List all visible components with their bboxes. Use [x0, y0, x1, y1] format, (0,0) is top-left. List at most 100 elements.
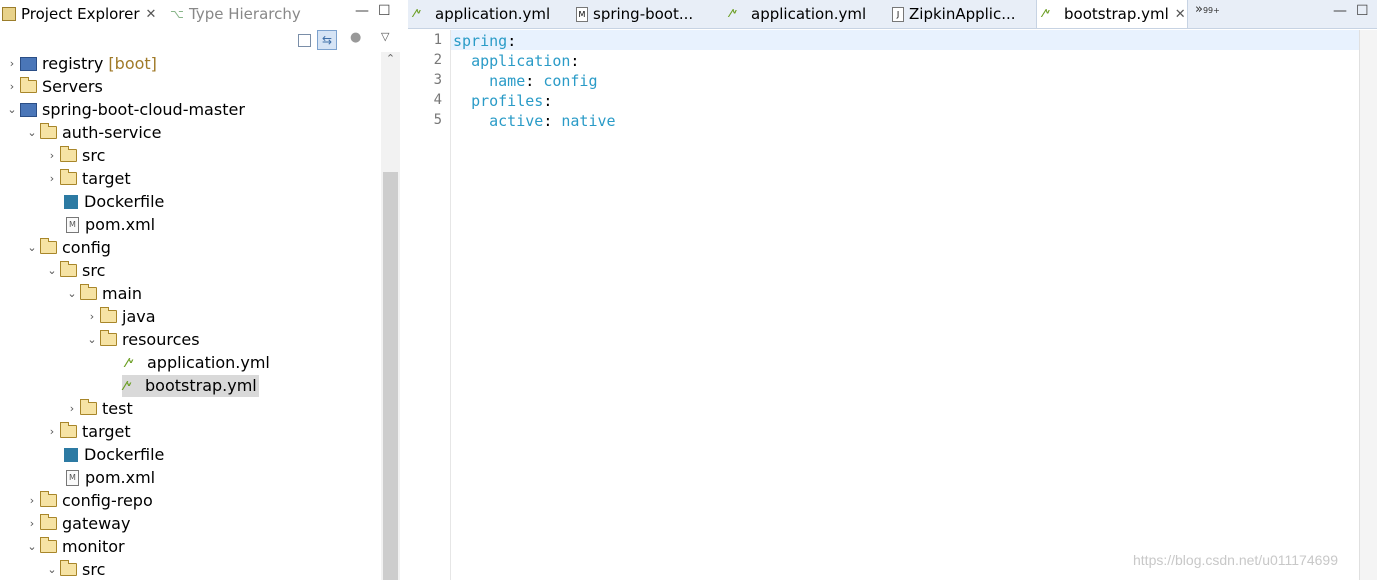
minimize-icon[interactable]: —: [1333, 3, 1347, 19]
chevron-down-icon[interactable]: ⌄: [64, 287, 80, 300]
spring-yml-icon: ⁄ᵛ: [1043, 7, 1051, 20]
chevron-down-icon[interactable]: ⌄: [24, 126, 40, 139]
scrollbar-thumb[interactable]: [383, 172, 398, 580]
tree-item-selected[interactable]: ⁄ᵛ bootstrap.yml: [0, 374, 381, 397]
chevron-right-icon[interactable]: ›: [44, 425, 60, 438]
tree-item[interactable]: ⌄ auth-service: [0, 121, 381, 144]
tree-item[interactable]: › registry [boot]: [0, 52, 381, 75]
dockerfile-icon: [64, 194, 78, 209]
panel-divider[interactable]: [401, 0, 408, 580]
tree-item[interactable]: › config-repo: [0, 489, 381, 512]
editor-tab[interactable]: M spring-boot...: [570, 0, 722, 28]
maximize-icon[interactable]: ☐: [378, 3, 391, 19]
tree-item[interactable]: ⌄ main: [0, 282, 381, 305]
editor-tab-active[interactable]: ⁄ᵛ bootstrap.yml ✕: [1036, 0, 1188, 28]
chevron-right-icon[interactable]: ›: [24, 517, 40, 530]
tree-item[interactable]: M pom.xml: [0, 213, 381, 236]
folder-icon: [20, 77, 37, 93]
tree-scrollbar[interactable]: ⌃: [381, 52, 400, 580]
chevron-down-icon[interactable]: ⌄: [44, 264, 60, 277]
tree-item[interactable]: › Servers: [0, 75, 381, 98]
xml-file-icon: M: [66, 216, 79, 233]
chevron-right-icon[interactable]: ›: [44, 149, 60, 162]
spring-yml-icon: ⁄ᵛ: [730, 7, 738, 20]
tab-project-explorer[interactable]: Project Explorer ✕: [2, 0, 156, 28]
tab-project-explorer-label: Project Explorer: [21, 5, 140, 23]
view-menu-icon[interactable]: ▽: [381, 30, 399, 48]
boot-suffix: [boot]: [108, 54, 157, 73]
current-line-highlight: [451, 30, 1359, 50]
project-tree: › registry [boot] › Servers ⌄ spring-boo…: [0, 52, 381, 580]
yaml-sep: :: [525, 72, 544, 90]
folder-icon: [60, 169, 77, 185]
folder-icon: [60, 261, 77, 277]
editor-tab[interactable]: ⁄ᵛ application.yml: [724, 0, 884, 28]
maximize-icon[interactable]: ☐: [1356, 3, 1369, 19]
tab-type-hierarchy[interactable]: ⌥ Type Hierarchy: [170, 0, 301, 28]
java-file-icon: J: [892, 6, 904, 22]
tree-item-label: config: [62, 238, 111, 257]
chevron-right-icon[interactable]: ›: [64, 402, 80, 415]
close-icon[interactable]: ✕: [146, 7, 157, 22]
tree-item[interactable]: ⌄ src: [0, 558, 381, 580]
folder-icon: [40, 514, 57, 530]
tree-item[interactable]: ⌄ resources: [0, 328, 381, 351]
yaml-sep: :: [543, 112, 562, 130]
code-line: name: config: [453, 72, 597, 90]
spring-yml-icon: ⁄ᵛ: [414, 7, 422, 20]
chevron-down-icon[interactable]: ⌄: [24, 241, 40, 254]
tree-item[interactable]: Dockerfile: [0, 190, 381, 213]
line-number: 2: [433, 52, 442, 68]
code-line: spring:: [453, 32, 516, 50]
chevron-right-icon[interactable]: ›: [84, 310, 100, 323]
link-with-editor-icon[interactable]: ⇆: [317, 30, 337, 50]
selection-highlight: ⁄ᵛ bootstrap.yml: [122, 374, 259, 397]
tree-item[interactable]: ⌄ spring-boot-cloud-master: [0, 98, 381, 121]
tree-item-label: src: [82, 261, 106, 280]
tree-item[interactable]: › target: [0, 420, 381, 443]
scroll-up-icon[interactable]: ⌃: [381, 52, 400, 72]
chevron-down-icon[interactable]: ⌄: [84, 333, 100, 346]
editor-tab[interactable]: ⁄ᵛ application.yml: [408, 0, 568, 28]
tree-item[interactable]: M pom.xml: [0, 466, 381, 489]
tree-item[interactable]: ⁄ᵛ application.yml: [0, 351, 381, 374]
overflow-icon: »: [1195, 2, 1203, 17]
project-icon: [20, 102, 37, 117]
tree-item[interactable]: › src: [0, 144, 381, 167]
chevron-down-icon[interactable]: ⌄: [4, 103, 20, 116]
line-number: 1: [433, 32, 442, 48]
tree-item-label: Dockerfile: [84, 192, 165, 211]
tree-item[interactable]: › target: [0, 167, 381, 190]
close-icon[interactable]: ✕: [1175, 7, 1186, 22]
chevron-down-icon[interactable]: ⌄: [24, 540, 40, 553]
chevron-right-icon[interactable]: ›: [4, 80, 20, 93]
line-number: 4: [433, 92, 442, 108]
tree-item[interactable]: ⌄ config: [0, 236, 381, 259]
maven-file-icon: M: [576, 6, 588, 22]
editor-tab[interactable]: J ZipkinApplic...: [886, 0, 1036, 28]
minimize-icon[interactable]: —: [355, 3, 369, 19]
tree-item[interactable]: ⌄ src: [0, 259, 381, 282]
line-number: 3: [433, 72, 442, 88]
chevron-right-icon[interactable]: ›: [4, 57, 20, 70]
focus-icon[interactable]: ●: [350, 30, 368, 48]
editor-tab-label: application.yml: [435, 5, 551, 23]
tree-item-label: main: [102, 284, 142, 303]
code-editor[interactable]: spring: application: name: config profil…: [451, 30, 1359, 580]
folder-icon: [40, 123, 57, 139]
collapse-all-icon[interactable]: [298, 34, 311, 47]
tree-item[interactable]: › test: [0, 397, 381, 420]
tree-item[interactable]: ⌄ monitor: [0, 535, 381, 558]
tree-item[interactable]: › gateway: [0, 512, 381, 535]
yaml-value: native: [561, 112, 616, 130]
chevron-right-icon[interactable]: ›: [24, 494, 40, 507]
tree-item[interactable]: › java: [0, 305, 381, 328]
folder-icon: [80, 399, 97, 415]
folder-icon: [40, 238, 57, 254]
tree-item[interactable]: Dockerfile: [0, 443, 381, 466]
tab-overflow-button[interactable]: »99+: [1195, 2, 1220, 17]
chevron-down-icon[interactable]: ⌄: [44, 563, 60, 576]
editor-overview-ruler[interactable]: [1359, 30, 1377, 580]
chevron-right-icon[interactable]: ›: [44, 172, 60, 185]
editor-area: ⁄ᵛ application.yml M spring-boot... ⁄ᵛ a…: [408, 0, 1377, 580]
